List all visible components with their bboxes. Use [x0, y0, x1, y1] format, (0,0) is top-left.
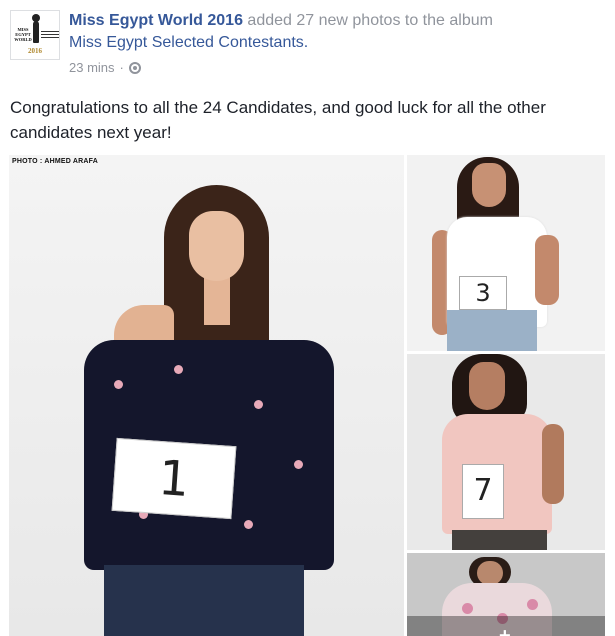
photo-detail — [189, 211, 244, 281]
photo-thumb-3[interactable]: + — [407, 553, 605, 636]
post-meta: 23 mins · — [69, 60, 141, 75]
author-link[interactable]: Miss Egypt World 2016 — [69, 12, 243, 29]
page-avatar[interactable]: MISS EGYPT WORLD 2016 — [10, 10, 60, 60]
globe-icon[interactable] — [128, 61, 141, 74]
photo-thumb-2[interactable]: 7 — [407, 354, 605, 550]
silhouette-icon — [33, 21, 39, 43]
photo-main[interactable]: PHOTO : AHMED ARAFA 1 — [9, 155, 404, 636]
contestant-card: 3 — [459, 276, 507, 310]
photo-detail — [452, 530, 547, 550]
post-header: MISS EGYPT WORLD 2016 Miss Egypt World 2… — [10, 10, 610, 80]
photo-detail — [469, 362, 505, 410]
post-action-text: added 27 new photos to the album — [242, 12, 493, 29]
post-message: Congratulations to all the 24 Candidates… — [10, 98, 546, 142]
photo-grid: PHOTO : AHMED ARAFA 1 3 7 + — [9, 155, 609, 636]
contestant-number: 1 — [156, 450, 192, 508]
avatar-logo-text: MISS EGYPT WORLD — [14, 27, 32, 42]
album-link[interactable]: Miss Egypt Selected Contestants. — [69, 34, 308, 51]
photo-detail — [535, 235, 559, 305]
photo-detail — [204, 275, 230, 325]
contestant-number: 7 — [473, 473, 493, 508]
avatar-arabic-text — [41, 29, 59, 41]
photo-detail — [447, 310, 537, 351]
post-title: Miss Egypt World 2016 added 27 new photo… — [69, 10, 609, 54]
meta-separator: · — [119, 60, 124, 75]
photo-credit: PHOTO : AHMED ARAFA — [12, 158, 98, 165]
photo-thumb-1[interactable]: 3 — [407, 155, 605, 351]
contestant-card: 7 — [462, 464, 504, 519]
contestant-number: 3 — [475, 279, 491, 307]
contestant-card: 1 — [111, 437, 237, 520]
photo-detail — [472, 163, 506, 207]
photo-detail — [477, 561, 503, 585]
timestamp-link[interactable]: 23 mins — [69, 60, 115, 75]
more-photos-label: + — [499, 625, 511, 636]
avatar-logo-year: 2016 — [28, 47, 42, 55]
photo-detail — [104, 565, 304, 636]
photo-detail — [542, 424, 564, 504]
